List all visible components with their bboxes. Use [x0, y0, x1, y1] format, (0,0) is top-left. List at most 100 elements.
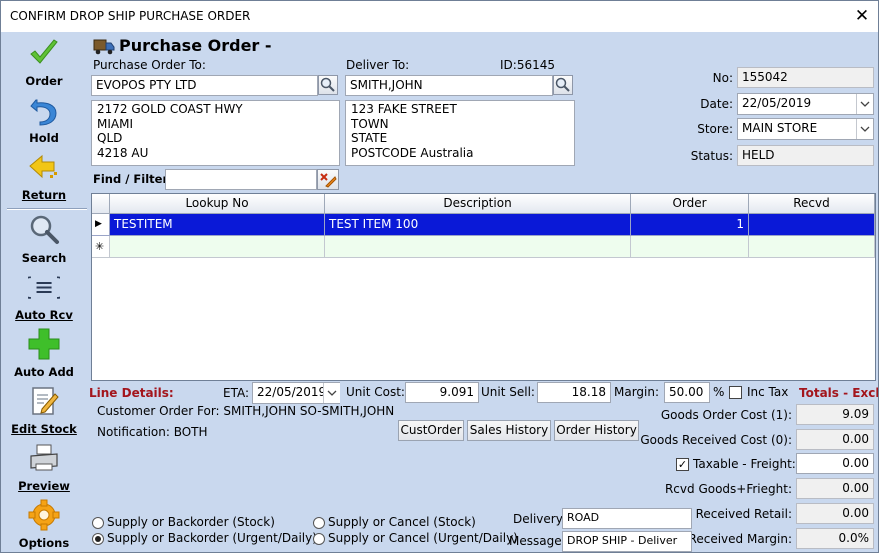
undo-arrow-icon: [30, 99, 57, 126]
po-number-field: 155042: [737, 67, 874, 88]
edit-document-icon: [32, 387, 59, 415]
current-row-indicator: ▶: [92, 214, 110, 236]
inc-tax-label: Inc Tax: [747, 385, 789, 399]
chevron-down-icon: [860, 126, 870, 132]
taxable-freight-checkbox[interactable]: ✓: [676, 458, 689, 471]
find-filter-label: Find / Filter:: [93, 172, 173, 186]
return-label: Return: [21, 188, 67, 202]
close-icon[interactable]: ✕: [852, 5, 872, 27]
search-icon: [555, 77, 570, 92]
printer-icon: [30, 444, 58, 471]
received-margin-value: 0.0%: [796, 528, 874, 549]
checkmark-icon: [30, 39, 58, 64]
hold-label: Hold: [29, 131, 59, 145]
goods-order-cost-value: 9.09: [796, 404, 874, 425]
new-cell-recvd[interactable]: [749, 236, 875, 258]
unit-sell-label: Unit Sell:: [481, 385, 535, 399]
radio-supply-cancel-stock[interactable]: [313, 517, 325, 529]
auto-rcv-button[interactable]: {≡} Auto Rcv: [1, 271, 87, 327]
gear-icon: [28, 499, 60, 531]
cell-recvd[interactable]: [749, 214, 875, 236]
supplier-field[interactable]: EVOPOS PTY LTD: [91, 75, 318, 96]
deliver-search-button[interactable]: [553, 75, 573, 95]
page-title: Purchase Order -: [119, 36, 272, 55]
supplier-address-line: QLD: [97, 131, 123, 145]
return-button[interactable]: Return: [1, 151, 87, 207]
radio-supply-cancel-urgent[interactable]: [313, 533, 325, 545]
truck-icon: [93, 39, 115, 55]
store-dropdown[interactable]: [856, 119, 873, 139]
cust-order-button[interactable]: CustOrder: [398, 420, 464, 441]
store-label: Store:: [697, 122, 733, 136]
margin-label: Margin:: [614, 385, 660, 399]
deliver-address-line: TOWN: [351, 116, 389, 131]
search-button[interactable]: Search: [1, 214, 87, 270]
po-to-label: Purchase Order To:: [93, 58, 206, 72]
date-picker[interactable]: 22/05/2019: [737, 93, 874, 115]
date-dropdown[interactable]: [856, 94, 873, 114]
totals-title: Totals - Excl: [799, 386, 879, 400]
unit-cost-input[interactable]: 9.091: [405, 382, 479, 403]
supplier-search-button[interactable]: [318, 75, 338, 95]
svg-text:{≡}: {≡}: [28, 273, 60, 301]
preview-button[interactable]: Preview: [1, 442, 87, 498]
clear-filter-icon: [320, 173, 337, 188]
magnifier-icon: [30, 215, 59, 244]
deliver-to-field[interactable]: SMITH,JOHN: [345, 75, 553, 96]
taxable-freight-input[interactable]: 0.00: [796, 453, 874, 474]
column-header-description[interactable]: Description: [325, 194, 631, 214]
new-cell-order[interactable]: [631, 236, 749, 258]
cell-description[interactable]: TEST ITEM 100: [325, 214, 631, 236]
find-filter-input[interactable]: [165, 169, 317, 190]
column-header-order[interactable]: Order: [631, 194, 749, 214]
auto-add-button[interactable]: Auto Add: [1, 328, 87, 384]
cell-order[interactable]: 1: [631, 214, 749, 236]
delivery-label: Delivery:: [513, 512, 566, 526]
notification-info: Notification: BOTH: [97, 425, 208, 439]
deliver-address-line: POSTCODE Australia: [351, 145, 474, 160]
supply-backorder-urgent-label: Supply or Backorder (Urgent/Daily): [107, 531, 317, 545]
no-label: No:: [712, 71, 733, 85]
radio-supply-backorder-stock[interactable]: [92, 517, 104, 529]
hold-button[interactable]: Hold: [1, 94, 87, 150]
column-header-recvd[interactable]: Recvd: [749, 194, 875, 214]
rcvd-goods-freight-label: Rcvd Goods+Frieght:: [664, 482, 792, 496]
delivery-id: ID:56145: [500, 58, 555, 72]
supply-cancel-urgent-label: Supply or Cancel (Urgent/Daily): [328, 531, 518, 545]
supplier-address-line: MIAMI: [97, 116, 133, 131]
auto-rcv-label: Auto Rcv: [15, 308, 73, 322]
supplier-address-line: 4218 AU: [97, 145, 149, 160]
sidebar-divider: [7, 208, 87, 210]
goods-received-cost-value: 0.00: [796, 429, 874, 450]
cell-lookup[interactable]: TESTITEM: [110, 214, 325, 236]
delivery-input[interactable]: ROAD: [562, 508, 692, 529]
search-label: Search: [21, 251, 67, 265]
sales-history-button[interactable]: Sales History: [467, 420, 551, 441]
edit-stock-button[interactable]: Edit Stock: [1, 385, 87, 441]
new-cell-description[interactable]: [325, 236, 631, 258]
unit-sell-input[interactable]: 18.18: [537, 382, 611, 403]
supply-cancel-stock-label: Supply or Cancel (Stock): [328, 515, 476, 529]
new-cell-lookup[interactable]: [110, 236, 325, 258]
margin-input[interactable]: 50.00: [664, 382, 710, 403]
taxable-freight-label: Taxable - Freight:: [693, 457, 796, 471]
column-header-lookup[interactable]: Lookup No: [110, 194, 325, 214]
purchase-order-window: CONFIRM DROP SHIP PURCHASE ORDER ✕ Order…: [0, 0, 879, 553]
deliver-address-line: 123 FAKE STREET: [351, 102, 457, 116]
radio-supply-backorder-urgent[interactable]: [92, 533, 104, 545]
order-label: Order: [25, 74, 63, 88]
clear-filter-button[interactable]: [317, 169, 339, 190]
eta-dropdown[interactable]: [323, 383, 340, 403]
auto-add-label: Auto Add: [14, 365, 74, 379]
search-icon: [320, 77, 335, 92]
goods-order-cost-label: Goods Order Cost (1):: [660, 408, 792, 422]
order-button[interactable]: Order: [1, 37, 87, 93]
received-retail-value: 0.00: [796, 503, 874, 524]
chevron-down-icon: [860, 101, 870, 107]
options-button[interactable]: Options: [1, 499, 87, 552]
title-bar: CONFIRM DROP SHIP PURCHASE ORDER ✕: [1, 1, 878, 32]
line-items-grid: Lookup No Description Order Recvd ▶ TEST…: [91, 193, 876, 381]
inc-tax-checkbox[interactable]: [729, 386, 742, 399]
store-select[interactable]: MAIN STORE: [737, 118, 874, 140]
message-input[interactable]: DROP SHIP - Deliver: [562, 531, 692, 552]
